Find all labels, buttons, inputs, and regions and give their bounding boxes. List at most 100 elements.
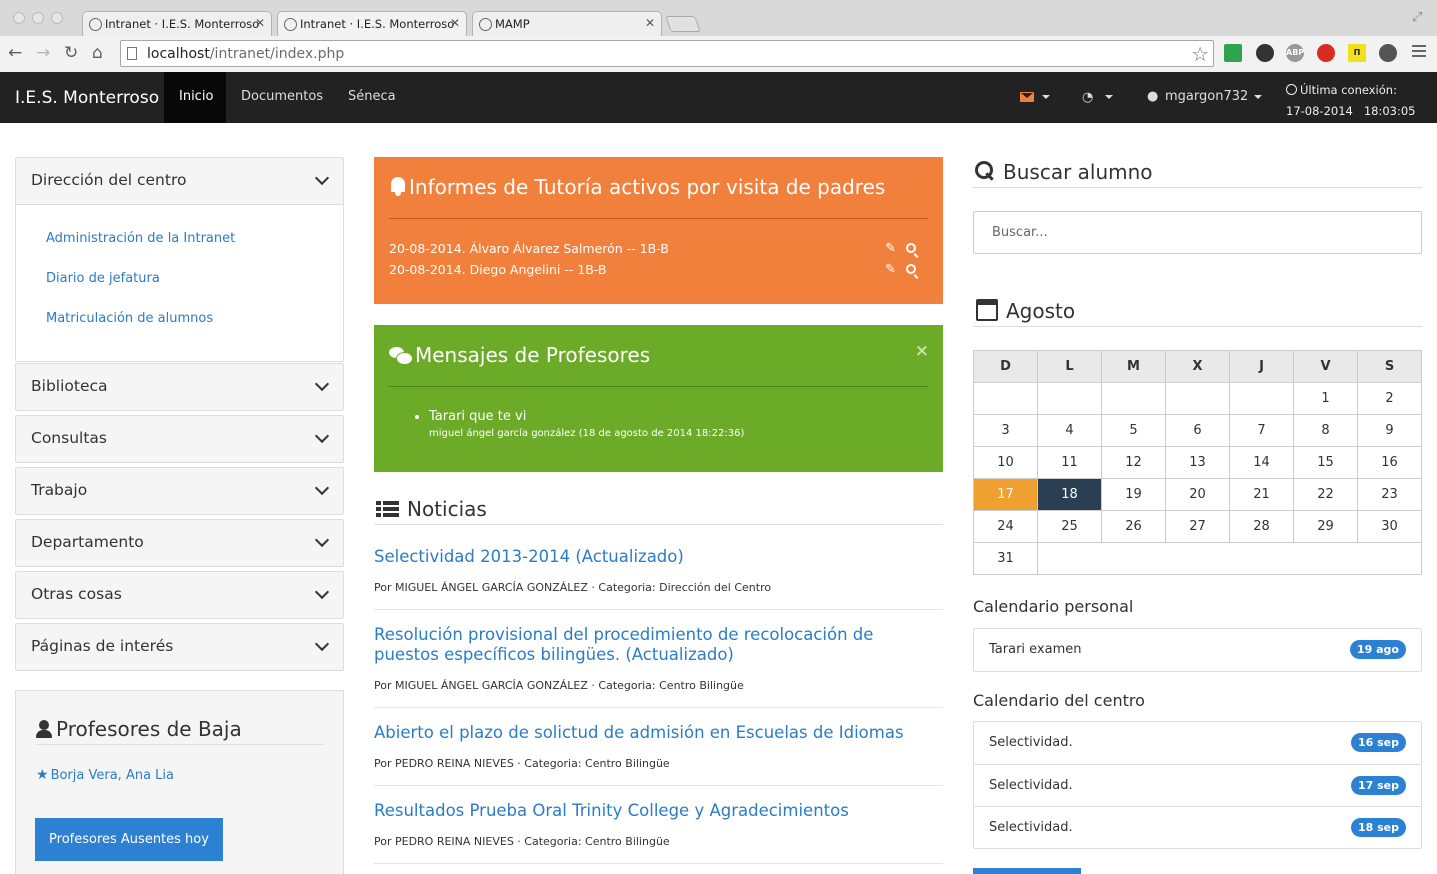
calendar-day[interactable]: 30 — [1357, 510, 1422, 543]
shield-extension-icon[interactable] — [1317, 44, 1335, 62]
event-item[interactable]: Selectividad. 17 sep — [974, 764, 1421, 806]
calendar-day[interactable]: 2 — [1357, 382, 1422, 415]
calendar-day-selected[interactable]: 18 — [1037, 478, 1102, 511]
event-item[interactable]: Tarari examen 19 ago — [974, 629, 1421, 671]
nav-seneca[interactable]: Séneca — [333, 72, 411, 123]
accordion-consultas[interactable]: Consultas — [15, 415, 344, 463]
accordion-header[interactable]: Dirección del centro — [16, 158, 343, 204]
mail-icon[interactable] — [1020, 92, 1034, 102]
accordion-paginas-interes[interactable]: Páginas de interés — [15, 623, 344, 671]
search-icon[interactable] — [906, 243, 916, 253]
calendar-day[interactable]: 19 — [1101, 478, 1166, 511]
calendar-day[interactable]: 22 — [1293, 478, 1358, 511]
accordion-departamento[interactable]: Departamento — [15, 519, 344, 567]
calendar-day[interactable]: 20 — [1165, 478, 1230, 511]
menu-icon[interactable] — [1412, 45, 1426, 60]
tab-close-icon[interactable]: ✕ — [255, 16, 265, 30]
home-icon[interactable]: ⌂ — [92, 43, 103, 63]
accordion-header[interactable]: Trabajo — [16, 468, 343, 514]
bookmark-star-icon[interactable]: ☆ — [1191, 42, 1209, 66]
event-item[interactable]: Selectividad. 16 sep — [974, 722, 1421, 764]
new-tab-button[interactable] — [665, 16, 701, 32]
calendar-day[interactable]: 24 — [973, 510, 1038, 543]
calendar-day[interactable]: 12 — [1101, 446, 1166, 479]
calendar-day[interactable]: 13 — [1165, 446, 1230, 479]
zoom-window-button[interactable] — [51, 12, 63, 24]
address-bar[interactable]: localhost/intranet/index.php ☆ — [120, 40, 1214, 67]
calendar-day[interactable]: 6 — [1165, 414, 1230, 447]
calendar-day[interactable]: 4 — [1037, 414, 1102, 447]
site-brand[interactable]: I.E.S. Monterroso — [15, 88, 159, 108]
calendar-day[interactable]: 9 — [1357, 414, 1422, 447]
mail-dropdown-caret[interactable] — [1042, 95, 1050, 99]
gear-extension-icon[interactable] — [1256, 44, 1274, 62]
calendar-day[interactable]: 26 — [1101, 510, 1166, 543]
calendar-day-today[interactable]: 17 — [973, 478, 1038, 511]
calendar-day[interactable]: 11 — [1037, 446, 1102, 479]
minimize-window-button[interactable] — [32, 12, 44, 24]
accordion-trabajo[interactable]: Trabajo — [15, 467, 344, 515]
news-title-link[interactable]: Selectividad 2013-2014 (Actualizado) — [374, 547, 943, 567]
calendar-day[interactable]: 5 — [1101, 414, 1166, 447]
browser-tab[interactable]: Intranet · I.E.S. Monterroso ✕ — [82, 11, 272, 36]
accordion-header[interactable]: Consultas — [16, 416, 343, 462]
calendar-day[interactable]: 8 — [1293, 414, 1358, 447]
calendar-day[interactable]: 16 — [1357, 446, 1422, 479]
calendar-day[interactable]: 27 — [1165, 510, 1230, 543]
drive-extension-icon[interactable] — [1224, 44, 1242, 62]
reload-icon[interactable]: ↻ — [64, 43, 78, 63]
calendar-day[interactable]: 7 — [1229, 414, 1294, 447]
accordion-header[interactable]: Páginas de interés — [16, 624, 343, 670]
link-diario-jefatura[interactable]: Diario de jefatura — [46, 271, 313, 286]
forward-icon[interactable]: → — [36, 43, 50, 63]
baja-teacher-link[interactable]: ★ Borja Vera, Ana Lia — [36, 767, 174, 783]
user-menu[interactable]: mgargon732 — [1165, 89, 1263, 104]
accordion-header[interactable]: Otras cosas — [16, 572, 343, 618]
pencil-icon[interactable]: ✎ — [885, 241, 896, 256]
nav-inicio[interactable]: Inicio — [164, 72, 226, 123]
tab-close-icon[interactable]: ✕ — [645, 16, 655, 30]
calendar-day[interactable]: 15 — [1293, 446, 1358, 479]
link-administracion[interactable]: Administración de la Intranet — [46, 231, 313, 246]
accordion-header[interactable]: Departamento — [16, 520, 343, 566]
calendar-day[interactable]: 25 — [1037, 510, 1102, 543]
rss-dropdown-caret[interactable] — [1105, 95, 1113, 99]
calendar-more-button[interactable] — [973, 868, 1081, 874]
browser-tab[interactable]: MAMP ✕ — [472, 11, 662, 36]
tab-close-icon[interactable]: ✕ — [450, 16, 460, 30]
back-icon[interactable]: ← — [8, 43, 22, 63]
calendar-day[interactable]: 31 — [973, 542, 1038, 575]
calendar-day[interactable]: 14 — [1229, 446, 1294, 479]
message-text[interactable]: Tarari que te vi — [429, 409, 928, 424]
accordion-otras-cosas[interactable]: Otras cosas — [15, 571, 344, 619]
accordion-biblioteca[interactable]: Biblioteca — [15, 363, 344, 411]
sync-extension-icon[interactable] — [1379, 44, 1397, 62]
calendar-day[interactable]: 23 — [1357, 478, 1422, 511]
calendar-day[interactable]: 3 — [973, 414, 1038, 447]
event-item[interactable]: Selectividad. 18 sep — [974, 806, 1421, 848]
news-title-link[interactable]: Resolución provisional del procedimiento… — [374, 625, 943, 665]
adblock-extension-icon[interactable]: ABP — [1286, 44, 1304, 62]
calendar-day[interactable]: 28 — [1229, 510, 1294, 543]
news-title-link[interactable]: Abierto el plazo de solictud de admisión… — [374, 723, 943, 743]
calendar-day[interactable]: 29 — [1293, 510, 1358, 543]
buscar-alumno-input[interactable] — [973, 211, 1422, 254]
rss-icon[interactable]: ◔ — [1082, 90, 1093, 105]
close-icon[interactable]: × — [915, 341, 929, 361]
profesores-ausentes-button[interactable]: Profesores Ausentes hoy — [35, 818, 223, 861]
pencil-icon[interactable]: ✎ — [885, 262, 896, 277]
accordion-header[interactable]: Biblioteca — [16, 364, 343, 410]
nav-documentos[interactable]: Documentos — [226, 72, 338, 123]
browser-tab-active[interactable]: Intranet · I.E.S. Monterroso ✕ — [277, 11, 467, 36]
fullscreen-icon[interactable]: ⤢ — [1412, 10, 1422, 25]
tutoria-title: Informes de Tutoría activos por visita d… — [389, 175, 928, 219]
calendar-day[interactable]: 10 — [973, 446, 1038, 479]
address-url[interactable]: localhost/intranet/index.php — [147, 46, 344, 62]
pi-extension-icon[interactable]: П — [1348, 44, 1366, 62]
calendar-day[interactable]: 1 — [1293, 382, 1358, 415]
close-window-button[interactable] — [13, 12, 25, 24]
news-title-link[interactable]: Resultados Prueba Oral Trinity College y… — [374, 801, 943, 821]
link-matriculacion[interactable]: Matriculación de alumnos — [46, 311, 313, 326]
search-icon[interactable] — [906, 264, 916, 274]
calendar-day[interactable]: 21 — [1229, 478, 1294, 511]
